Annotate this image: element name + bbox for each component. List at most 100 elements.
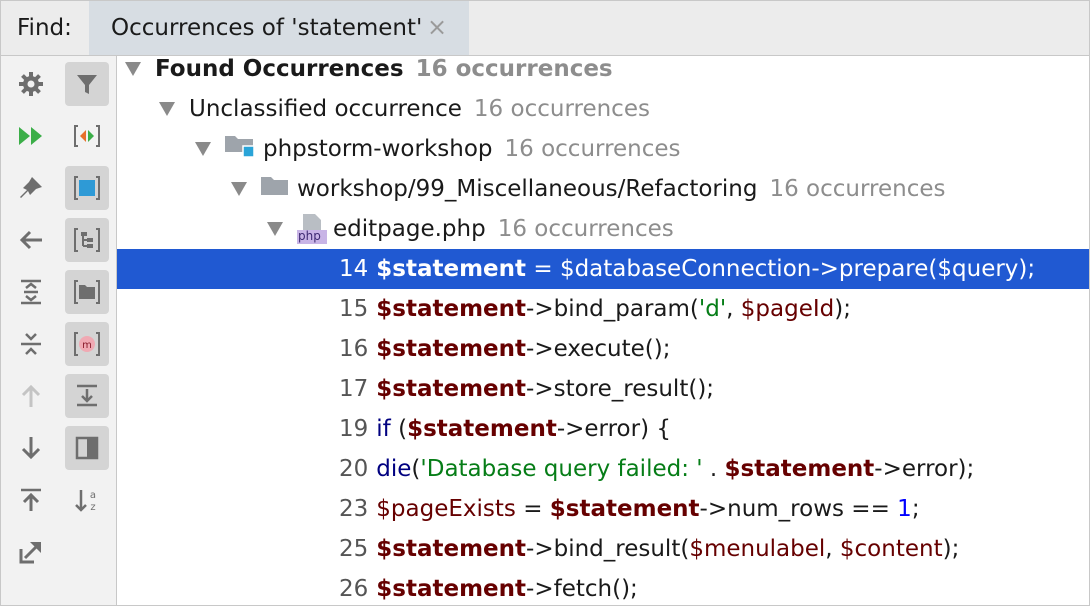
result-row[interactable]: 26 $statement ->fetch(); [117, 569, 1089, 605]
result-row[interactable]: 15 $statement ->bind_param('d', $pageId); [117, 289, 1089, 329]
code-token: $content [839, 536, 943, 562]
node-label: phpstorm-workshop [263, 136, 493, 162]
pin-icon[interactable] [9, 166, 53, 210]
code-token: , [825, 536, 840, 562]
back-arrow-icon[interactable] [9, 218, 53, 262]
code-token: ->store_result(); [526, 376, 715, 402]
group-by-package-icon[interactable] [65, 218, 109, 262]
preview-icon[interactable] [65, 426, 109, 470]
result-row[interactable]: 16 $statement ->execute(); [117, 329, 1089, 369]
result-row[interactable]: 20 die('Database query failed: ' . $state… [117, 449, 1089, 489]
line-number: 16 [339, 336, 369, 362]
code-token: $statement [549, 496, 700, 522]
result-row-selected[interactable]: 14 $statement = $databaseConnection ->prep… [117, 249, 1089, 289]
code-token: $statement [407, 416, 557, 442]
code-token: $statement [376, 576, 527, 602]
expand-all-icon[interactable] [9, 270, 53, 314]
node-label: editpage.php [333, 216, 486, 242]
find-tool-window: Find: Occurrences of 'statement' × m a z… [0, 0, 1090, 606]
line-number: 23 [339, 496, 369, 522]
expand-arrow-icon[interactable] [231, 182, 247, 196]
previous-occurrence-icon[interactable] [9, 374, 53, 418]
export-icon[interactable] [9, 478, 53, 522]
expand-arrow-icon[interactable] [267, 222, 283, 236]
node-label: Unclassified occurrence [189, 96, 462, 122]
folder-icon [261, 175, 289, 203]
expand-arrow-icon[interactable] [195, 142, 211, 156]
group-by-method-icon[interactable]: m [65, 322, 109, 366]
code-token: ); [1018, 256, 1036, 282]
result-row[interactable]: 17 $statement ->store_result(); [117, 369, 1089, 409]
code-token: die [376, 456, 412, 482]
code-token: ->error) { [556, 416, 671, 442]
node-count: 16 occurrences [769, 176, 946, 202]
sort-alphabetically-icon[interactable]: az [65, 478, 109, 522]
line-number: 19 [339, 416, 369, 442]
tree-node-file[interactable]: php editpage.php 16 occurrences [117, 209, 1089, 249]
php-file-icon-label: php [298, 229, 321, 243]
code-token: . [702, 456, 725, 482]
tree-node-project[interactable]: phpstorm-workshop 16 occurrences [117, 129, 1089, 169]
code-token: 1 [897, 496, 912, 522]
code-token: ->execute(); [526, 336, 671, 362]
find-header: Find: Occurrences of 'statement' × [1, 1, 1089, 56]
code-token: = [526, 256, 560, 282]
code-token: ( [390, 416, 408, 442]
node-label: workshop/99_Miscellaneous/Refactoring [297, 176, 758, 202]
project-folder-icon [225, 134, 255, 164]
tree-node-found-occurrences[interactable]: Found Occurrences 16 occurrences [117, 55, 1089, 89]
node-count: 16 occurrences [497, 216, 674, 242]
code-token: ( [411, 456, 421, 482]
code-token: , [726, 296, 741, 322]
line-number: 17 [339, 376, 369, 402]
svg-text:z: z [90, 502, 95, 513]
line-number: 15 [339, 296, 369, 322]
group-by-module-icon[interactable] [65, 166, 109, 210]
code-token: $statement [376, 256, 527, 282]
code-token: if [376, 416, 391, 442]
node-count: 16 occurrences [415, 56, 613, 82]
settings-icon[interactable] [9, 62, 53, 106]
merge-icon[interactable] [65, 114, 109, 158]
line-number: 26 [339, 576, 369, 602]
code-token: $query [937, 256, 1019, 282]
find-toolbar: m az [1, 56, 117, 605]
code-token: ; [911, 496, 920, 522]
group-by-directory-icon[interactable] [65, 270, 109, 314]
autoscroll-icon[interactable] [65, 374, 109, 418]
expand-arrow-icon[interactable] [159, 102, 175, 116]
line-number: 20 [339, 456, 369, 482]
node-label: Found Occurrences [155, 56, 404, 82]
code-token: $statement [376, 536, 527, 562]
code-token: $statement [376, 336, 527, 362]
find-label: Find: [17, 15, 72, 41]
code-token: $menulabel [689, 536, 826, 562]
filter-icon[interactable] [65, 62, 109, 106]
result-row[interactable]: 23 $pageExists = $statement ->num_rows == … [117, 489, 1089, 529]
code-token: $pageExists [376, 496, 516, 522]
rerun-icon[interactable] [9, 114, 53, 158]
result-row[interactable]: 19 if ($statement ->error) { [117, 409, 1089, 449]
tree-node-unclassified[interactable]: Unclassified occurrence 16 occurrences [117, 89, 1089, 129]
occurrences-tree: Found Occurrences 16 occurrences Unclass… [117, 55, 1089, 605]
open-in-window-icon[interactable] [9, 530, 53, 574]
code-token: ); [834, 296, 851, 322]
code-token: $pageId [740, 296, 835, 322]
tree-node-directory[interactable]: workshop/99_Miscellaneous/Refactoring 16… [117, 169, 1089, 209]
collapse-all-icon[interactable] [9, 322, 53, 366]
line-number: 14 [339, 256, 369, 282]
code-token: ->prepare( [811, 256, 938, 282]
code-token: $statement [376, 376, 527, 402]
tab-occurrences[interactable]: Occurrences of 'statement' × [89, 1, 469, 55]
node-count: 16 occurrences [473, 96, 650, 122]
code-token: ->bind_result( [526, 536, 690, 562]
close-icon[interactable]: × [427, 13, 447, 41]
code-token: = [515, 496, 550, 522]
next-occurrence-icon[interactable] [9, 426, 53, 470]
code-token: ->num_rows == [699, 496, 898, 522]
svg-text:m: m [82, 340, 92, 351]
code-token: ->error); [874, 456, 975, 482]
result-row[interactable]: 25 $statement ->bind_result($menulabel, $c… [117, 529, 1089, 569]
code-token: ->fetch(); [526, 576, 638, 602]
expand-arrow-icon[interactable] [125, 62, 141, 76]
